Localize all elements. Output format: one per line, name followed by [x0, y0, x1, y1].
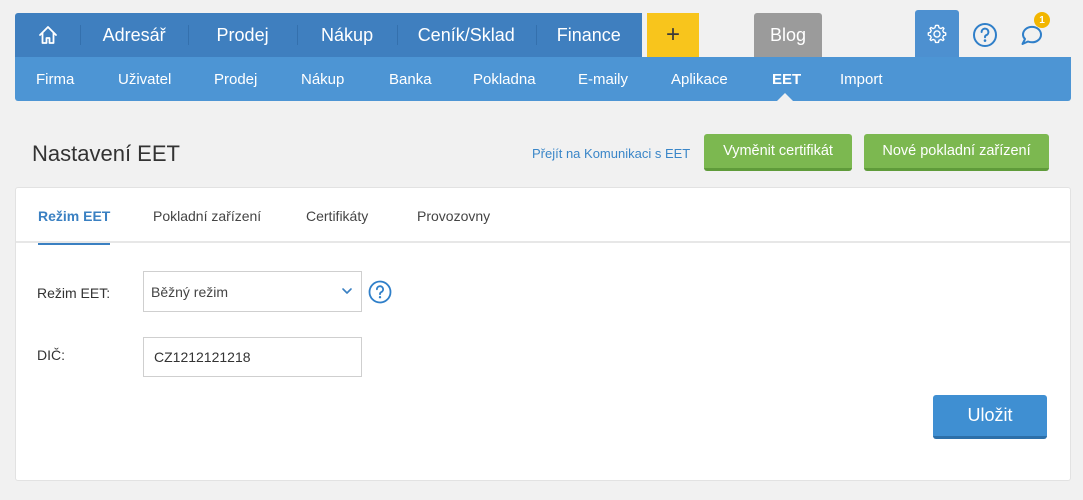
- tab-label: Provozovny: [417, 207, 491, 224]
- mode-select-value: Běžný režim: [151, 283, 229, 300]
- main-nav-item-finance[interactable]: Finance: [535, 13, 642, 57]
- sub-nav-item-import[interactable]: Import: [840, 57, 883, 101]
- sub-nav-item-prodej[interactable]: Prodej: [214, 57, 257, 101]
- main-nav-item-cenik-sklad[interactable]: Ceník/Sklad: [396, 13, 536, 57]
- notification-badge: 1: [1034, 12, 1050, 28]
- quick-add-button[interactable]: +: [647, 13, 699, 57]
- sub-nav-item-nakup[interactable]: Nákup: [301, 57, 344, 101]
- main-nav: Adresář Prodej Nákup Ceník/Sklad Finance: [15, 13, 642, 57]
- sub-nav-item-banka[interactable]: Banka: [389, 57, 432, 101]
- tab-rezim-eet[interactable]: Režim EET: [38, 188, 111, 245]
- eet-settings-card: Režim EET Pokladní zařízení Certifikáty …: [15, 187, 1071, 481]
- settings-button[interactable]: [915, 10, 959, 57]
- tab-provozovny[interactable]: Provozovny: [417, 188, 490, 243]
- tab-certifikaty[interactable]: Certifikáty: [306, 188, 368, 243]
- home-icon: [38, 26, 57, 44]
- chevron-down-icon: [342, 288, 352, 294]
- help-button[interactable]: [970, 20, 1000, 50]
- new-cash-device-button[interactable]: Nové pokladní zařízení: [864, 134, 1049, 171]
- dic-input[interactable]: [143, 337, 362, 377]
- page-title: Nastavení EET: [32, 141, 180, 166]
- top-navigation: Adresář Prodej Nákup Ceník/Sklad Finance…: [15, 10, 1071, 101]
- sub-nav-item-firma[interactable]: Firma: [36, 57, 74, 101]
- mode-select[interactable]: Běžný režim: [143, 271, 362, 312]
- tab-pokladni-zarizeni[interactable]: Pokladní zařízení: [153, 188, 261, 243]
- tab-label: Pokladní zařízení: [153, 207, 262, 224]
- sub-nav-item-uzivatel[interactable]: Uživatel: [118, 57, 171, 101]
- gear-icon: [927, 24, 947, 43]
- sub-nav: Firma Uživatel Prodej Nákup Banka Poklad…: [15, 57, 1071, 101]
- tab-label: Certifikáty: [306, 207, 369, 224]
- sub-nav-item-e-maily[interactable]: E-maily: [578, 57, 628, 101]
- tab-bar: Režim EET Pokladní zařízení Certifikáty …: [16, 188, 1070, 245]
- dic-label: DIČ:: [37, 347, 65, 363]
- mode-help-icon[interactable]: [368, 280, 392, 304]
- main-nav-item-prodej[interactable]: Prodej: [187, 13, 297, 57]
- sub-nav-item-aplikace[interactable]: Aplikace: [671, 57, 728, 101]
- active-indicator-caret: [777, 93, 793, 101]
- eet-communication-link[interactable]: Přejít na Komunikaci s EET: [532, 146, 690, 161]
- save-button[interactable]: Uložit: [933, 395, 1047, 439]
- sub-nav-item-pokladna[interactable]: Pokladna: [473, 57, 536, 101]
- replace-certificate-button[interactable]: Vyměnit certifikát: [704, 134, 852, 171]
- mode-label: Režim EET:: [37, 285, 111, 301]
- tab-label: Režim EET: [38, 207, 111, 224]
- home-button[interactable]: [15, 13, 80, 57]
- blog-button[interactable]: Blog: [754, 13, 822, 57]
- main-nav-item-nakup[interactable]: Nákup: [297, 13, 397, 57]
- question-circle-icon: [973, 23, 997, 47]
- tab-active-underline: [38, 243, 111, 245]
- main-nav-item-adresar[interactable]: Adresář: [80, 13, 187, 57]
